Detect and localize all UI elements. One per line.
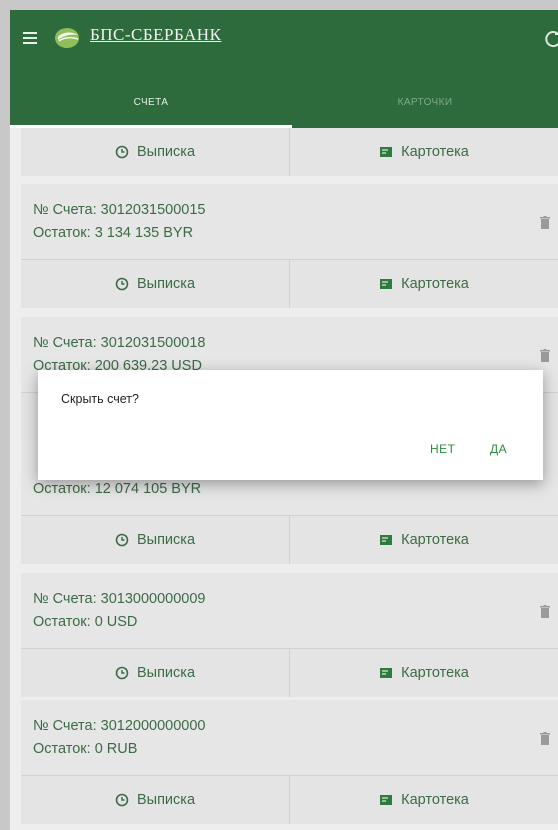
account-number: № Счета: 3012031500018 [33,335,206,351]
clock-icon [115,533,129,547]
statement-label: Выписка [136,665,196,681]
card-index-button[interactable]: Картотека [289,516,558,564]
statement-button[interactable]: Выписка [21,776,289,824]
account-number: № Счета: 3012000000000 [33,718,206,734]
card-index-icon [380,795,393,805]
card-actions: Выписка Картотека [21,515,558,564]
clock-icon [115,277,129,291]
card-index-label: Картотека [401,665,469,681]
account-info[interactable]: № Счета: 3012031500015 Остаток: 3 134 13… [21,184,558,259]
trash-icon[interactable] [540,605,550,618]
hide-account-dialog: Скрыть счет? НЕТ ДА [38,370,543,480]
card-index-label: Картотека [401,276,469,292]
card-actions: Выписка Картотека [21,775,558,824]
account-balance: Остаток: 3 134 135 BYR [33,225,194,241]
account-number: № Счета: 3012031500015 [33,202,206,218]
card-actions: Выписка Картотека [21,259,558,308]
clock-icon [115,666,129,680]
app-bar: БПС-СБЕРБАНК [10,10,558,77]
card-index-label: Картотека [401,532,469,548]
card-index-icon [380,535,393,545]
account-balance: Остаток: 12 074 105 BYR [33,481,202,497]
card-index-button[interactable]: Картотека [289,128,558,176]
statement-button[interactable]: Выписка [21,516,289,564]
account-balance: Остаток: 0 USD [33,614,138,630]
tab-accounts[interactable]: СЧЕТА [10,77,292,128]
card-index-label: Картотека [401,792,469,808]
card-index-icon [380,668,393,678]
card-actions: Выписка Картотека [21,648,558,697]
trash-icon[interactable] [540,732,550,745]
account-number: № Счета: 3013000000009 [33,591,206,607]
account-card: № Счета: 3013000000009 Остаток: 0 USD Вы… [21,573,558,697]
statement-label: Выписка [136,532,196,548]
statement-label: Выписка [136,144,196,160]
statement-label: Выписка [136,276,196,292]
account-card: № Счета: 3012000000000 Остаток: 0 RUB Вы… [21,700,558,824]
dialog-yes-button[interactable]: ДА [490,442,507,456]
card-index-icon [380,147,393,157]
statement-button[interactable]: Выписка [21,649,289,697]
account-card-partial: Выписка Картотека [21,128,558,176]
trash-icon[interactable] [540,216,550,229]
statement-button[interactable]: Выписка [21,260,289,308]
statement-button[interactable]: Выписка [21,128,289,176]
statement-label: Выписка [136,792,196,808]
clock-icon [115,145,129,159]
clock-icon [115,793,129,807]
card-index-icon [380,279,393,289]
account-card: № Счета: 3012031500015 Остаток: 3 134 13… [21,184,558,308]
bank-logo-icon [55,28,79,48]
card-index-button[interactable]: Картотека [289,260,558,308]
card-index-button[interactable]: Картотека [289,776,558,824]
hamburger-menu-icon[interactable] [23,32,37,44]
account-info[interactable]: № Счета: 3013000000009 Остаток: 0 USD [21,573,558,648]
card-index-label: Картотека [401,144,469,160]
tab-bar: СЧЕТА КАРТОЧКИ [10,77,558,128]
brand-title: БПС-СБЕРБАНК [90,25,222,44]
dialog-no-button[interactable]: НЕТ [430,442,456,456]
account-balance: Остаток: 0 RUB [33,741,138,757]
refresh-icon[interactable] [542,28,558,50]
dialog-title: Скрыть счет? [61,392,139,406]
card-index-button[interactable]: Картотека [289,649,558,697]
tab-cards[interactable]: КАРТОЧКИ [292,77,558,128]
card-actions: Выписка Картотека [21,128,558,176]
trash-icon[interactable] [540,349,550,362]
account-info[interactable]: № Счета: 3012000000000 Остаток: 0 RUB [21,700,558,775]
